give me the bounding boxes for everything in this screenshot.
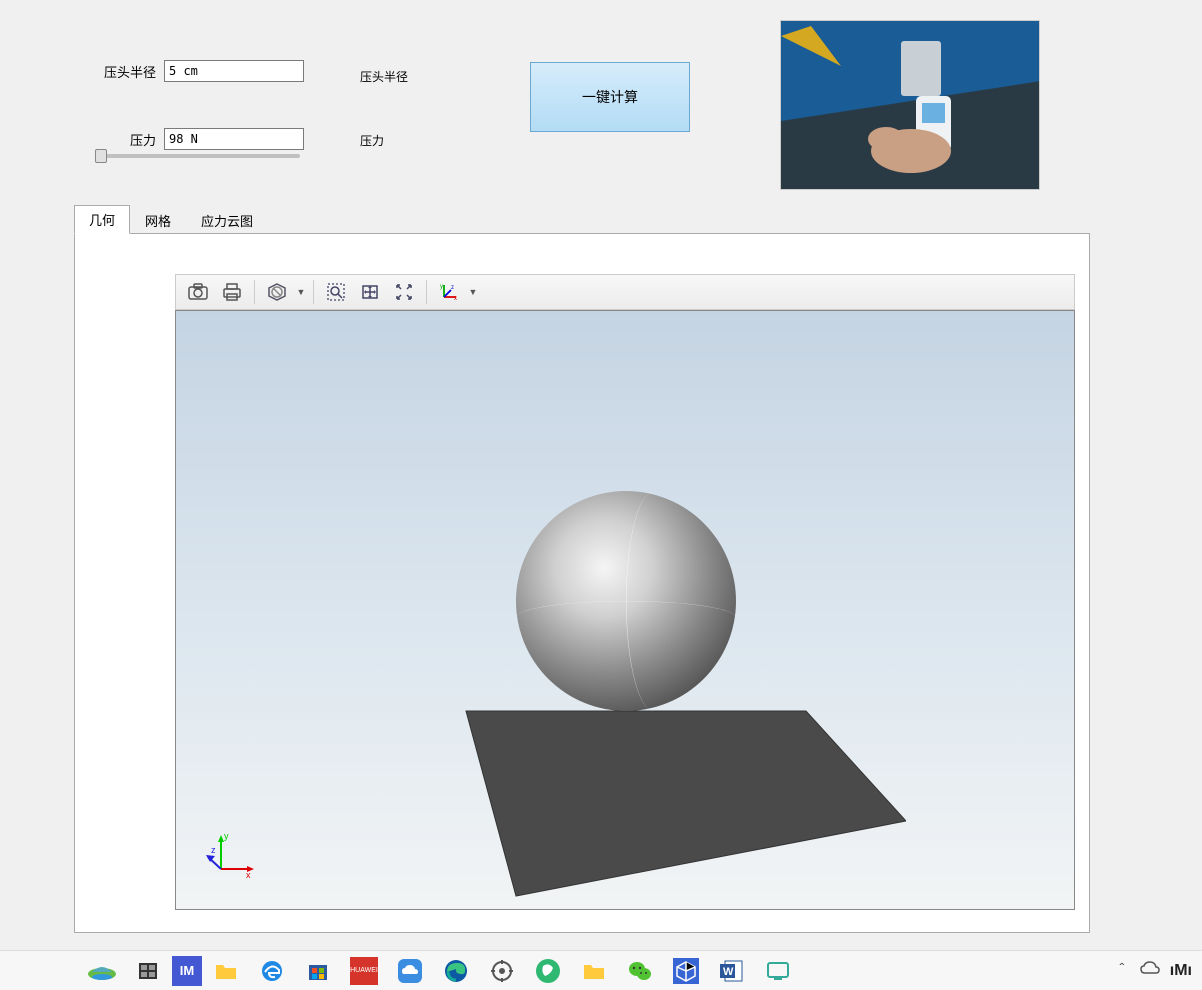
block-icon[interactable] [261,278,293,306]
folder-icon[interactable] [572,955,616,987]
toolbar-separator [254,280,255,304]
svg-text:z: z [451,285,454,291]
svg-text:y: y [440,284,443,290]
radius-label: 压头半径 [96,62,156,81]
bird-icon[interactable] [526,955,570,987]
radius-label-2: 压头半径 [360,68,408,85]
system-tray: ㅤ＾ ıMı [1099,959,1192,983]
zoom-window-icon[interactable] [320,278,352,306]
dev-icon[interactable] [756,955,800,987]
radius-row: 压头半径 [96,60,304,82]
app-im-icon[interactable]: IM [172,956,202,986]
z-axis-label: z [211,845,216,855]
viewer-toolbar: ▼ x y z ▼ [175,274,1075,310]
huawei-icon[interactable]: HUAWEI [342,955,386,987]
print-icon[interactable] [216,278,248,306]
files-icon[interactable] [204,955,248,987]
camera-icon[interactable] [182,278,214,306]
slider-thumb[interactable] [95,149,107,163]
taskview-icon[interactable] [126,955,170,987]
store-icon[interactable] [296,955,340,987]
y-axis-label: y [224,831,229,841]
preview-image [780,20,1040,190]
tray-cloud-icon[interactable] [1140,961,1160,980]
taskbar: IM HUAWEI W ㅤ＾ ıMı [0,950,1202,990]
viewport-3d[interactable]: y x z [175,310,1075,910]
pan-icon[interactable] [354,278,386,306]
top-panel: 压头半径 压力 压头半径 压力 一键计算 [0,0,1202,200]
start-icon[interactable] [80,955,124,987]
tray-expand-icon[interactable]: ㅤ＾ [1099,959,1130,983]
fit-icon[interactable] [388,278,420,306]
edge-icon[interactable] [434,955,478,987]
edge-legacy-icon[interactable] [250,955,294,987]
toolbar-separator [426,280,427,304]
tab-stress[interactable]: 应力云图 [186,206,268,234]
wechat-icon[interactable] [618,955,662,987]
pressure-label-2: 压力 [360,132,384,149]
svg-text:x: x [454,296,457,301]
sphere-geometry [516,491,736,711]
toolbar-separator [313,280,314,304]
plate-geometry [376,701,906,901]
pressure-input[interactable] [164,128,304,150]
tab-strip: 几何 网格 应力云图 [74,205,1090,234]
calculate-button[interactable]: 一键计算 [530,62,690,132]
pressure-slider[interactable] [100,154,300,158]
pressure-row: 压力 [96,128,304,150]
axis-triad: y x z [206,829,256,879]
cube-app-icon[interactable] [664,955,708,987]
word-icon[interactable]: W [710,955,754,987]
axes-dropdown-icon[interactable]: ▼ [467,287,479,297]
radius-input[interactable] [164,60,304,82]
tabs-container: 几何 网格 应力云图 ▼ [74,205,1090,933]
tab-geometry[interactable]: 几何 [74,205,130,234]
svg-text:W: W [723,966,734,978]
tab-content: ▼ xyz ▼ [74,233,1090,933]
x-axis-label: x [246,870,251,879]
tray-mi-icon[interactable]: ıMı [1170,962,1192,980]
axes-icon[interactable]: x y z [433,278,465,306]
pressure-label: 压力 [96,130,156,149]
block-dropdown-icon[interactable]: ▼ [295,287,307,297]
settings-icon[interactable] [480,955,524,987]
tab-mesh[interactable]: 网格 [130,206,186,234]
cloud-icon[interactable] [388,955,432,987]
